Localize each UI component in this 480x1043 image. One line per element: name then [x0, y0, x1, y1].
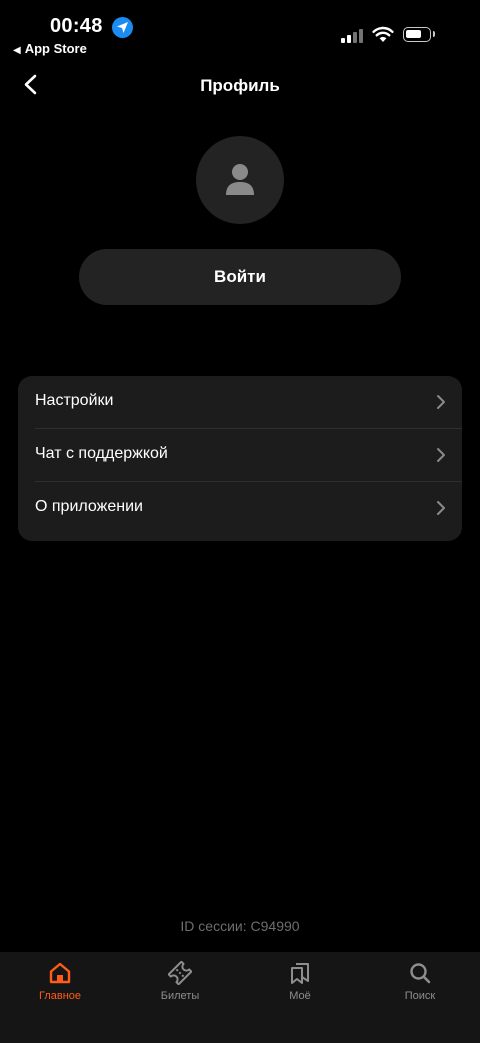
person-icon: [226, 164, 254, 195]
cellular-signal-icon: [341, 28, 365, 44]
bookmarks-icon: [291, 963, 309, 984]
chevron-right-icon: [437, 395, 445, 409]
tab-label: Моё: [289, 990, 311, 1002]
search-icon: [410, 963, 431, 984]
page-title: Профиль: [200, 76, 280, 95]
menu-item-label: Настройки: [35, 392, 114, 409]
avatar: [196, 136, 284, 224]
chevron-right-icon: [437, 448, 445, 462]
menu-item-label: Чат с поддержкой: [35, 445, 168, 462]
menu-item-about[interactable]: О приложении: [35, 481, 462, 534]
ticket-icon: [168, 961, 192, 985]
status-bar: 00:48 ◀ App Store: [0, 0, 480, 60]
tab-label: Билеты: [160, 990, 200, 1002]
battery-icon: [403, 27, 435, 42]
status-time: 00:48: [50, 15, 103, 37]
profile-menu: Настройки Чат с поддержкой О приложении: [18, 376, 462, 541]
tab-label: Поиск: [404, 990, 436, 1002]
tab-home[interactable]: Главное: [0, 952, 120, 1022]
back-to-app-store[interactable]: ◀ App Store: [13, 41, 87, 56]
chevron-right-icon: [437, 501, 445, 515]
menu-item-support-chat[interactable]: Чат с поддержкой: [35, 428, 462, 481]
tab-search[interactable]: Поиск: [360, 952, 480, 1022]
menu-item-label: О приложении: [35, 498, 143, 515]
location-icon: [112, 17, 133, 38]
tab-mine[interactable]: Моё: [240, 952, 360, 1022]
tab-tickets[interactable]: Билеты: [120, 952, 240, 1022]
login-button[interactable]: Войти: [79, 249, 401, 305]
tab-bar: Главное Билеты Моё Поиск: [0, 952, 480, 1043]
menu-item-settings[interactable]: Настройки: [35, 376, 462, 428]
tab-label: Главное: [38, 990, 82, 1002]
wifi-icon: [372, 26, 394, 42]
home-icon: [49, 962, 71, 984]
session-id: ID сессии: C94990: [180, 918, 300, 934]
